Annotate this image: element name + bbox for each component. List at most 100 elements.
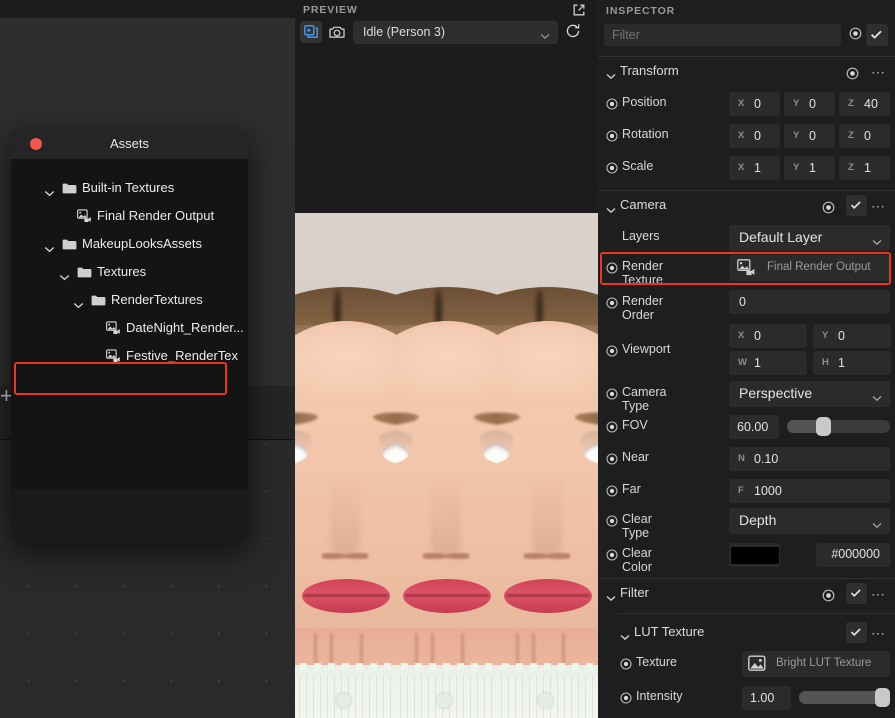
chevron-down-icon[interactable] bbox=[44, 240, 55, 258]
radio-icon[interactable] bbox=[606, 97, 618, 115]
near-field[interactable]: N 0.10 bbox=[729, 447, 890, 471]
axis-label: X bbox=[738, 130, 745, 141]
folder-icon bbox=[62, 238, 77, 256]
chevron-down-icon[interactable] bbox=[44, 184, 55, 202]
camera-enabled-toggle[interactable] bbox=[846, 195, 867, 216]
clear-color-hex-field[interactable]: #000000 bbox=[816, 543, 890, 567]
render-texture-asset-field[interactable]: Final Render Output bbox=[729, 255, 890, 281]
chevron-down-icon bbox=[606, 201, 616, 219]
tree-item-makeuplooksassets[interactable]: MakeupLooksAssets bbox=[11, 231, 248, 259]
refresh-icon[interactable] bbox=[564, 22, 584, 42]
preview-panel-title: PREVIEW bbox=[303, 4, 358, 16]
overflow-menu-icon[interactable]: ⋯ bbox=[871, 625, 886, 642]
layers-select[interactable]: Default Layer bbox=[729, 225, 890, 251]
filter-section-enabled-toggle[interactable] bbox=[846, 583, 867, 604]
tree-item-datenight-render[interactable]: DateNight_Render... bbox=[11, 315, 248, 343]
lut-texture-asset-field[interactable]: Bright LUT Texture bbox=[742, 651, 890, 677]
intensity-field[interactable]: 1.00 bbox=[742, 686, 791, 710]
row-label: Rotation bbox=[622, 127, 669, 141]
preview-scene-select[interactable]: Idle (Person 3) bbox=[353, 21, 558, 44]
target-icon[interactable] bbox=[822, 589, 835, 607]
radio-icon[interactable] bbox=[606, 452, 618, 470]
position-z-field[interactable]: Z 40 bbox=[839, 92, 890, 116]
tree-item-built-in-textures[interactable]: Built-in Textures bbox=[11, 175, 248, 203]
scale-z-field[interactable]: Z 1 bbox=[839, 156, 890, 180]
row-label: Layers bbox=[622, 229, 660, 243]
radio-icon[interactable] bbox=[606, 548, 618, 566]
chevron-down-icon bbox=[872, 233, 882, 251]
viewport-h-field[interactable]: H 1 bbox=[813, 351, 891, 375]
tree-item-final-render-output[interactable]: Final Render Output bbox=[11, 203, 248, 231]
row-label: Far bbox=[622, 482, 641, 496]
axis-label: X bbox=[738, 162, 745, 173]
chevron-down-icon bbox=[606, 589, 616, 607]
radio-icon[interactable] bbox=[620, 657, 632, 675]
filter-target-icon[interactable] bbox=[849, 27, 862, 45]
tree-item-festive-rendertex[interactable]: Festive_RenderTex bbox=[11, 343, 248, 371]
radio-icon[interactable] bbox=[606, 420, 618, 438]
rotation-x-field[interactable]: X 0 bbox=[729, 124, 780, 148]
rotation-z-field[interactable]: Z 0 bbox=[839, 124, 890, 148]
radio-icon[interactable] bbox=[606, 484, 618, 502]
viewport-y-field[interactable]: Y 0 bbox=[813, 324, 891, 348]
chevron-down-icon[interactable] bbox=[73, 296, 84, 314]
section-header-filter[interactable]: Filter ⋯ bbox=[598, 580, 895, 608]
subsection-header-lut-texture[interactable]: LUT Texture ⋯ bbox=[598, 619, 895, 647]
target-icon[interactable] bbox=[846, 67, 859, 85]
intensity-slider[interactable] bbox=[799, 688, 890, 707]
section-header-camera[interactable]: Camera ⋯ bbox=[598, 192, 895, 220]
radio-icon[interactable] bbox=[606, 261, 618, 279]
row-label: Clear Color bbox=[622, 546, 652, 574]
divider bbox=[598, 190, 895, 191]
inspector-filter-input[interactable] bbox=[604, 24, 841, 46]
tree-item-label: MakeupLooksAssets bbox=[82, 236, 202, 251]
fov-field[interactable]: 60.00 bbox=[729, 415, 779, 439]
radio-icon[interactable] bbox=[606, 161, 618, 179]
radio-icon[interactable] bbox=[606, 387, 618, 405]
lut-texture-enabled-toggle[interactable] bbox=[846, 622, 867, 643]
camera-type-select[interactable]: Perspective bbox=[729, 381, 890, 407]
viewport-w-field[interactable]: W 1 bbox=[729, 351, 807, 375]
overflow-menu-icon[interactable]: ⋯ bbox=[871, 64, 886, 81]
radio-icon[interactable] bbox=[606, 344, 618, 362]
camera-icon[interactable] bbox=[326, 21, 348, 43]
radio-icon[interactable] bbox=[606, 129, 618, 147]
intensity-slider-knob[interactable] bbox=[875, 688, 890, 707]
position-x-field[interactable]: X 0 bbox=[729, 92, 780, 116]
target-icon[interactable] bbox=[822, 201, 835, 219]
position-y-field[interactable]: Y 0 bbox=[784, 92, 835, 116]
field-value: 0 bbox=[838, 329, 845, 343]
chevron-down-icon bbox=[606, 67, 616, 85]
section-title: Filter bbox=[620, 585, 649, 600]
layers-icon[interactable] bbox=[300, 21, 322, 43]
row-label: Render Texture bbox=[622, 259, 663, 287]
tree-item-rendertextures[interactable]: RenderTextures bbox=[11, 287, 248, 315]
scale-x-field[interactable]: X 1 bbox=[729, 156, 780, 180]
row-label: Intensity bbox=[636, 689, 683, 703]
fov-slider[interactable] bbox=[787, 417, 890, 436]
radio-icon[interactable] bbox=[606, 296, 618, 314]
render-texture-icon bbox=[77, 209, 92, 228]
overflow-menu-icon[interactable]: ⋯ bbox=[871, 198, 886, 215]
far-field[interactable]: F 1000 bbox=[729, 479, 890, 503]
viewport-x-field[interactable]: X 0 bbox=[729, 324, 807, 348]
radio-icon[interactable] bbox=[606, 514, 618, 532]
overflow-menu-icon[interactable]: ⋯ bbox=[871, 586, 886, 603]
preview-popout-icon[interactable] bbox=[572, 3, 586, 17]
preview-render-image[interactable] bbox=[295, 213, 598, 718]
filter-enabled-toggle[interactable] bbox=[866, 24, 888, 46]
row-label: Viewport bbox=[622, 342, 671, 356]
clear-color-swatch[interactable] bbox=[729, 543, 780, 567]
row-label: Position bbox=[622, 95, 667, 109]
chevron-down-icon[interactable] bbox=[59, 268, 70, 286]
clear-type-select[interactable]: Depth bbox=[729, 508, 890, 534]
render-order-field[interactable]: 0 bbox=[729, 290, 890, 314]
tree-item-textures[interactable]: Textures bbox=[11, 259, 248, 287]
section-header-transform[interactable]: Transform ⋯ bbox=[598, 58, 895, 86]
fov-slider-knob[interactable] bbox=[816, 417, 831, 436]
render-texture-value: Final Render Output bbox=[767, 261, 871, 273]
scale-y-field[interactable]: Y 1 bbox=[784, 156, 835, 180]
radio-icon[interactable] bbox=[620, 691, 632, 709]
rotation-y-field[interactable]: Y 0 bbox=[784, 124, 835, 148]
axis-label: Z bbox=[848, 98, 854, 109]
